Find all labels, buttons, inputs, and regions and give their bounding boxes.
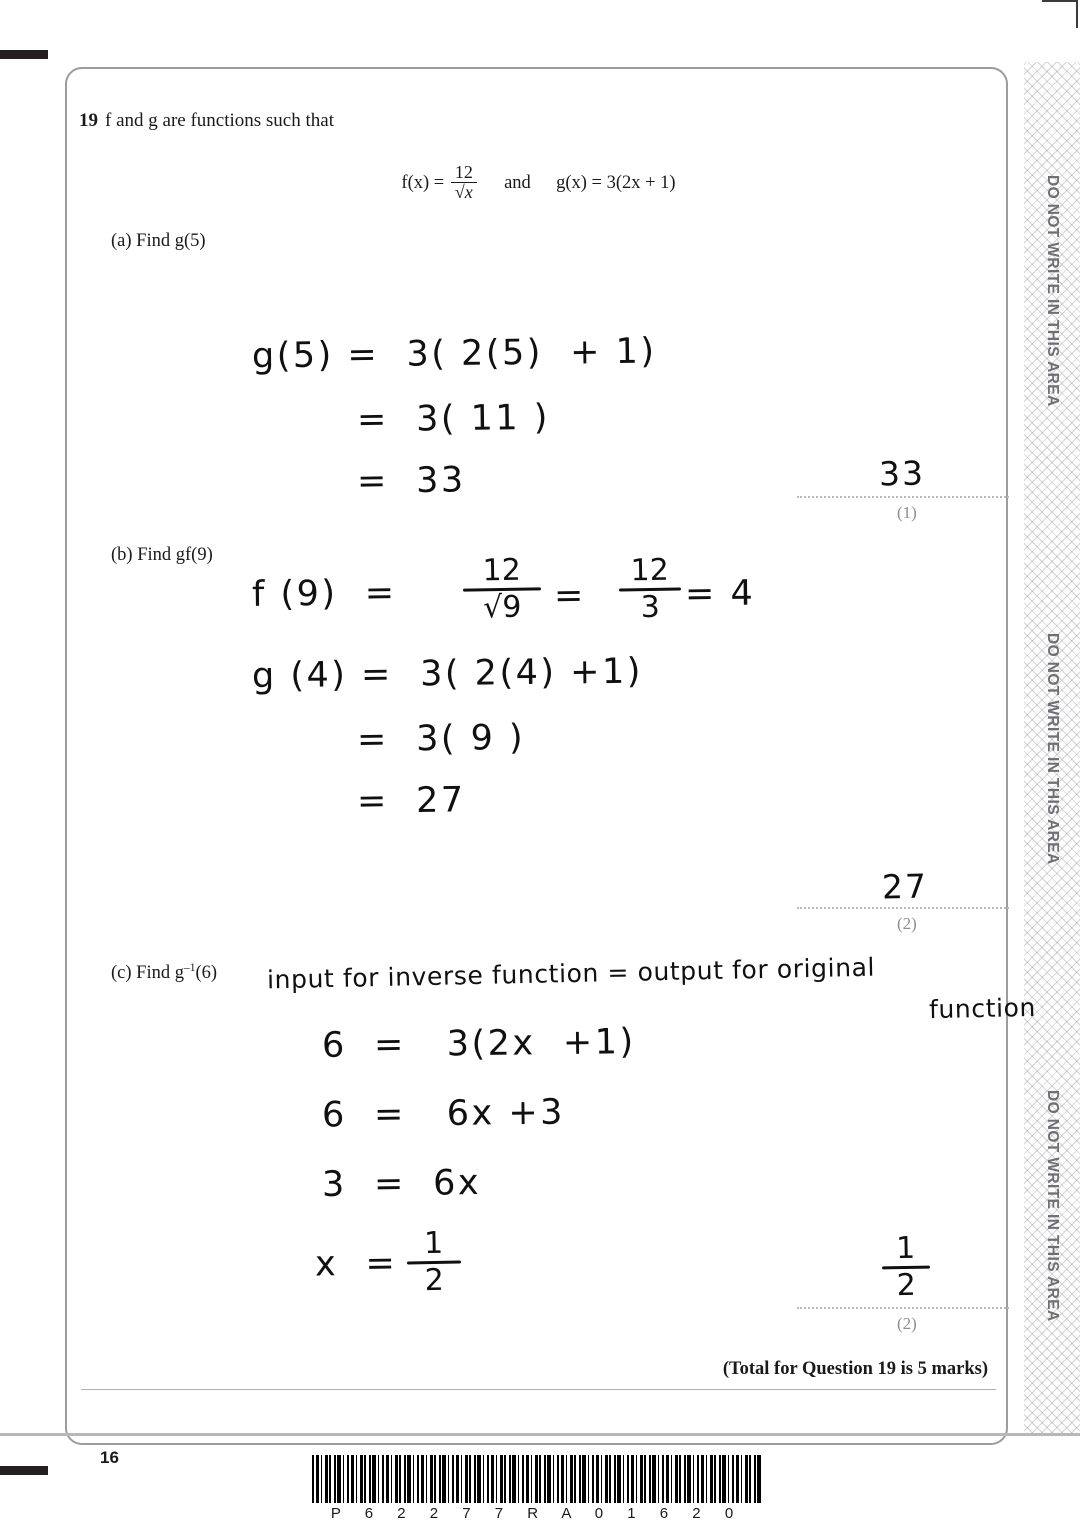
fraction-numerator-2: 12 — [630, 552, 670, 589]
answer-denominator: 2 — [896, 1267, 917, 1304]
part-c-note-line-1: input for inverse function = output for … — [266, 952, 876, 995]
part-b-working-line-g4: g (4) = 3( 2(4) +1) — [251, 651, 644, 697]
part-a-label: (a) Find g(5) — [111, 231, 206, 251]
part-a-answer: 33 — [878, 453, 926, 494]
fraction-denominator-2: 3 — [640, 589, 661, 626]
part-c-marks: (2) — [897, 1314, 917, 1333]
do-not-write-label-2: DO NOT WRITE IN THIS AREA — [1044, 632, 1061, 865]
part-c-answer-line — [797, 1307, 1009, 1309]
f-numerator: 12 — [454, 162, 473, 182]
g-definition: g(x) = 3(2x + 1) — [556, 173, 676, 194]
part-a-marks: (1) — [897, 503, 917, 522]
answer-numerator: 1 — [895, 1230, 916, 1267]
part-c-working-line-4: x = — [314, 1243, 398, 1285]
barcode: P 6 2 2 7 7 R A 0 1 6 2 0 — [312, 1455, 762, 1522]
part-c-answer-fraction: 1 2 — [881, 1230, 931, 1304]
part-b-working-line-3x9: = 3( 9 ) — [356, 717, 526, 761]
registration-mark-bottom-left — [0, 1466, 48, 1475]
footer-rule — [0, 1433, 1080, 1436]
part-c-label: (c) Find g–1(6) — [111, 962, 217, 984]
fraction-denominator-3: 2 — [424, 1262, 445, 1299]
question-answer-box: 19 f and g are functions such that f(x) … — [65, 67, 1036, 1445]
f-denominator: √x — [450, 182, 477, 202]
part-b-fraction-12-3: 12 3 — [618, 552, 682, 626]
part-b-working-line-27: = 27 — [356, 780, 466, 822]
part-a-working-line-2: = 3( 11 ) — [356, 397, 551, 441]
question-stem: f and g are functions such that — [105, 110, 334, 131]
part-b-working-f-label: f (9) = — [251, 573, 397, 615]
f-label: f(x) = — [401, 173, 445, 194]
part-b-fraction-12-root9: 12 √9 — [462, 552, 542, 626]
fraction-denominator: √9 — [482, 589, 522, 626]
part-c-label-prefix: (c) Find g — [111, 963, 184, 984]
formula-conjunction: and — [504, 173, 531, 194]
part-b-answer: 27 — [881, 866, 929, 907]
fraction-numerator-3: 1 — [423, 1225, 444, 1262]
fraction-numerator: 12 — [482, 552, 522, 589]
part-c-note-line-2: function — [928, 992, 1037, 1025]
part-c-working-line-2: 6 = 6x +3 — [321, 1092, 566, 1136]
part-c-working-fraction-half: 1 2 — [406, 1225, 462, 1299]
part-c-label-superscript: –1 — [183, 962, 196, 974]
part-c-label-suffix: (6) — [195, 963, 218, 984]
barcode-bars — [312, 1455, 762, 1503]
page-number: 16 — [100, 1448, 119, 1467]
question-number: 19 — [79, 110, 98, 131]
corner-crop-mark — [1042, 0, 1078, 28]
do-not-write-label-3: DO NOT WRITE IN THIS AREA — [1044, 1090, 1061, 1322]
part-a-answer-line — [797, 496, 1009, 498]
do-not-write-label-1: DO NOT WRITE IN THIS AREA — [1044, 175, 1061, 407]
part-b-result-4: = 4 — [684, 573, 756, 615]
registration-mark-top-left — [0, 50, 48, 59]
function-definitions: f(x) = 12 √x and g(x) = 3(2x + 1) — [67, 162, 1010, 204]
question-total-rule — [81, 1389, 996, 1390]
part-b-marks: (2) — [897, 914, 917, 933]
question-total-marks: (Total for Question 19 is 5 marks) — [722, 1359, 988, 1379]
f-fraction: 12 √x — [450, 162, 477, 203]
part-b-label: (b) Find gf(9) — [111, 545, 213, 565]
part-b-equals-1: = — [553, 575, 587, 617]
part-b-answer-line — [797, 907, 1009, 909]
barcode-label: P 6 2 2 7 7 R A 0 1 6 2 0 — [330, 1505, 744, 1522]
do-not-write-strip: DO NOT WRITE IN THIS AREA DO NOT WRITE I… — [1024, 62, 1080, 1435]
part-c-working-line-3: 3 = 6x — [321, 1163, 482, 1205]
part-c-working-line-1: 6 = 3(2x +1) — [321, 1022, 636, 1066]
part-a-working-line-3: = 33 — [356, 460, 466, 502]
part-a-working-line-1: g(5) = 3( 2(5) + 1) — [251, 331, 657, 377]
